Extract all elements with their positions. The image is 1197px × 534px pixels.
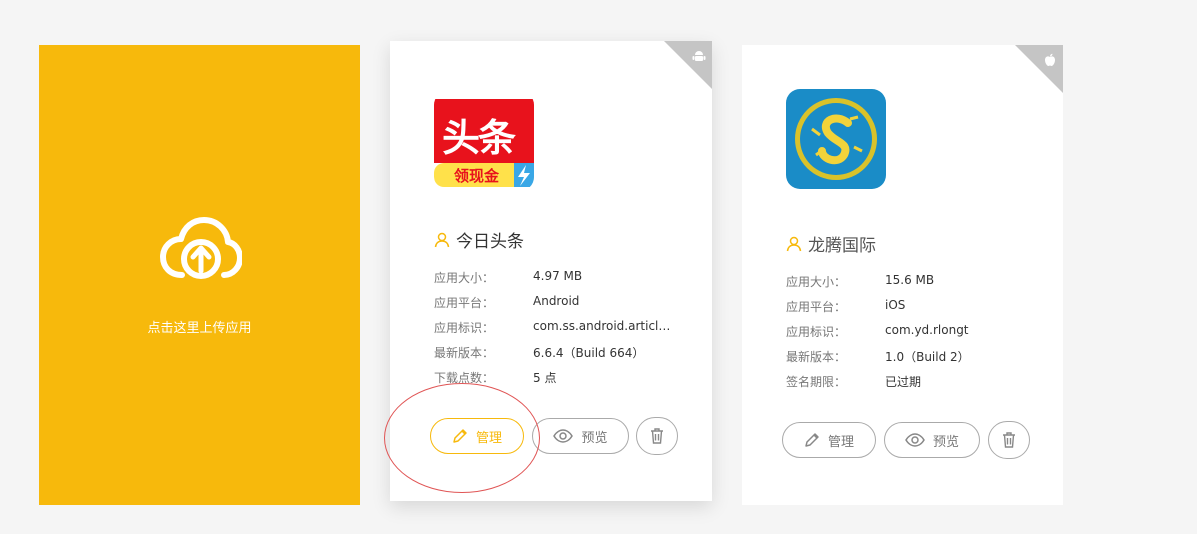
info-label: 应用标识： [786,325,847,339]
info-row-version: 最新版本： 6.6.4（Build 664） [434,344,704,369]
info-value: com.yd.rlongt [885,323,969,337]
delete-button[interactable] [636,417,678,455]
app-info-list: 应用大小： 15.6 MB 应用平台： iOS 应用标识： com.yd.rlo… [786,273,1056,398]
eye-icon [905,433,925,447]
manage-button[interactable]: 管理 [782,422,876,458]
info-row-signature-expiry: 签名期限： 已过期 [786,373,1056,398]
info-row-version: 最新版本： 1.0（Build 2） [786,348,1056,373]
info-label: 最新版本： [434,346,495,360]
info-value: 15.6 MB [885,273,935,287]
info-value: Android [533,294,580,308]
info-value: com.ss.android.article... [533,319,673,333]
app-icon-longteng [786,89,886,189]
info-row-bundle-id: 应用标识： com.yd.rlongt [786,323,1056,348]
manage-button[interactable]: 管理 [430,418,524,454]
info-label: 应用大小： [786,275,847,289]
app-name-row: 今日头条 [434,227,524,252]
app-name: 今日头条 [456,232,524,252]
platform-corner [664,41,712,89]
android-icon [692,51,706,61]
info-label: 应用平台： [434,296,495,310]
app-icon-toutiao: 头条 领现金 [434,91,534,191]
icon-text-sub: 领现金 [454,167,500,185]
preview-label: 预览 [581,430,608,446]
app-card-longteng: 龙腾国际 应用大小： 15.6 MB 应用平台： iOS 应用标识： com.y… [742,45,1063,505]
icon-text-main: 头条 [442,116,516,160]
pencil-icon [805,433,819,447]
info-row-platform: 应用平台： iOS [786,298,1056,323]
info-value: 已过期 [885,375,922,389]
trash-icon [1003,432,1015,448]
info-row-platform: 应用平台： Android [434,294,704,319]
info-label: 应用平台： [786,300,847,314]
info-label: 应用大小： [434,271,495,285]
info-label: 签名期限： [786,375,847,389]
apple-icon [1045,53,1055,66]
preview-label: 预览 [932,434,959,450]
platform-corner [1015,45,1063,93]
cloud-upload-icon [160,217,242,279]
eye-icon [553,429,574,443]
info-value: 1.0（Build 2） [885,350,970,364]
upload-label: 点击这里上传应用 [147,321,252,336]
info-row-download-points: 下载点数： 5 点 [434,369,704,394]
info-row-size: 应用大小： 4.97 MB [434,269,704,294]
app-name: 龙腾国际 [808,236,876,256]
preview-button[interactable]: 预览 [532,418,629,454]
app-info-list: 应用大小： 4.97 MB 应用平台： Android 应用标识： com.ss… [434,269,704,394]
user-icon [434,232,450,247]
app-name-row: 龙腾国际 [786,231,876,256]
user-icon [786,236,802,251]
info-value: iOS [885,298,906,312]
info-label: 最新版本： [786,350,847,364]
pencil-icon [453,429,467,443]
app-list-page: 点击这里上传应用 头条 领现金 今日头条 应用大小： 4.97 MB 应用平台：… [0,0,1197,534]
info-value: 6.6.4（Build 664） [533,346,645,360]
app-card-toutiao: 头条 领现金 今日头条 应用大小： 4.97 MB 应用平台： Android … [390,41,712,501]
upload-app-card[interactable]: 点击这里上传应用 [39,45,360,505]
delete-button[interactable] [988,421,1030,459]
manage-label: 管理 [475,430,502,446]
info-label: 下载点数： [434,371,495,385]
manage-label: 管理 [827,434,854,450]
info-row-size: 应用大小： 15.6 MB [786,273,1056,298]
preview-button[interactable]: 预览 [884,422,980,458]
info-label: 应用标识： [434,321,495,335]
info-value: 4.97 MB [533,269,583,283]
info-value: 5 点 [533,371,557,385]
trash-icon [651,428,663,444]
info-row-bundle-id: 应用标识： com.ss.android.article... [434,319,704,344]
